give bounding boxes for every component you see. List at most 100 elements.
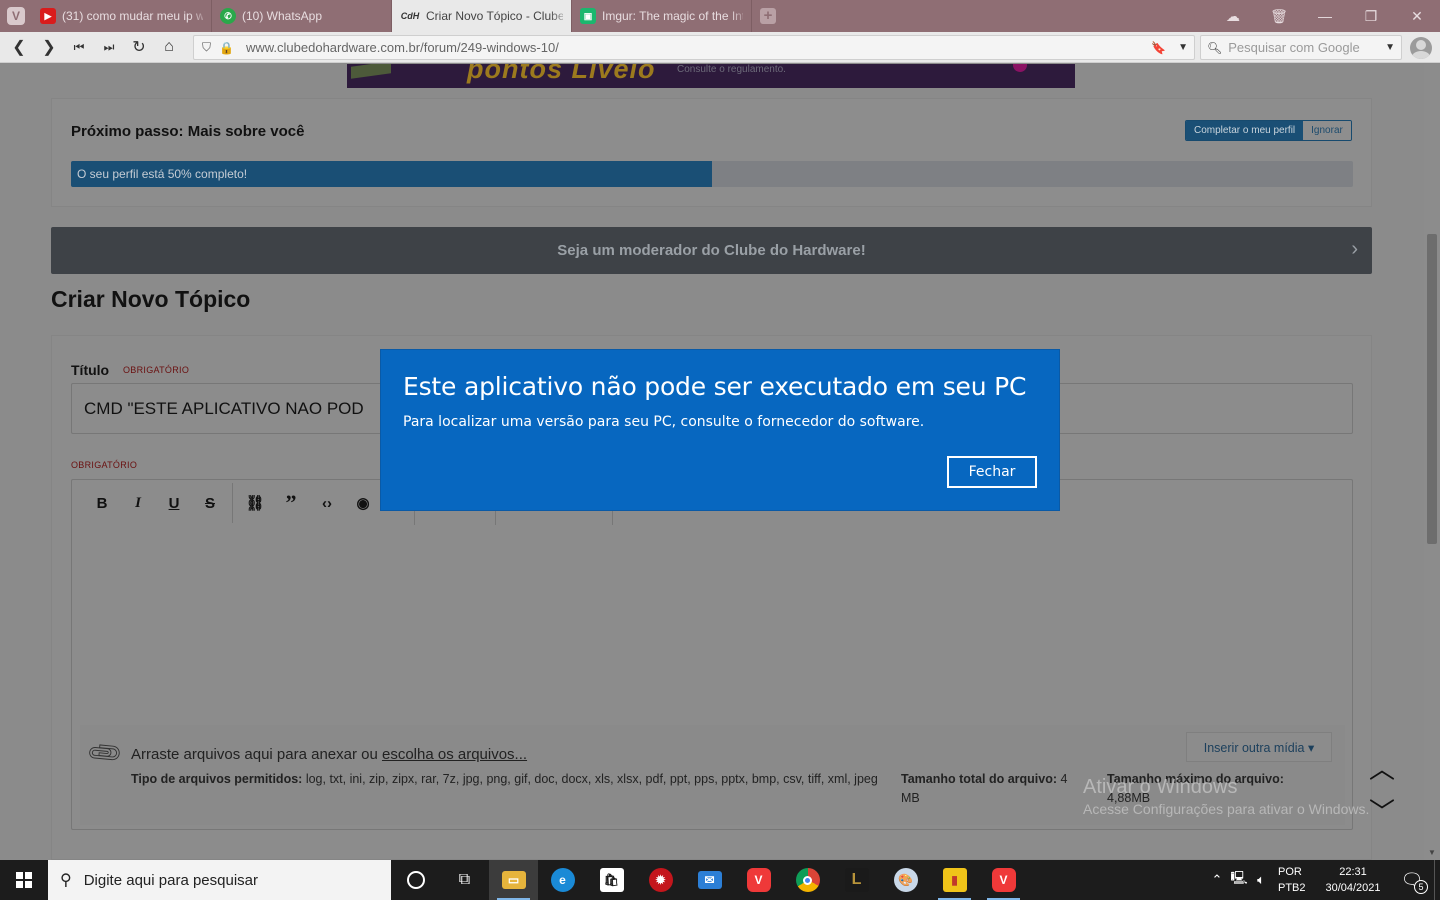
forward-button[interactable]: ❯ — [34, 32, 64, 62]
imgur-icon: ▣ — [580, 8, 596, 24]
address-bar[interactable]: ⛉ 🔒 www.clubedohardware.com.br/forum/249… — [193, 35, 1195, 60]
taskbar-app-mail[interactable]: ✉ — [685, 860, 734, 900]
close-window-button[interactable]: ✕ — [1394, 0, 1440, 32]
paint-icon: 🎨 — [893, 868, 918, 892]
taskbar-search-box[interactable]: ⚲ Digite aqui para pesquisar — [48, 860, 391, 900]
underline-button[interactable]: U — [156, 495, 192, 512]
search-placeholder: Pesquisar com Google — [1228, 40, 1360, 55]
dialog-title: Este aplicativo não pode ser executado e… — [403, 372, 1027, 401]
clube-do-hardware-icon: CdH — [400, 11, 420, 21]
windows-logo-icon — [16, 872, 32, 888]
scrollbar-down-arrow-icon[interactable]: ▼ — [1428, 848, 1436, 857]
taskbar-app-store[interactable]: 🛍 — [587, 860, 636, 900]
tab-imgur[interactable]: ▣ Imgur: The magic of the Int — [572, 0, 752, 32]
start-button[interactable] — [0, 860, 48, 900]
vivaldi-icon-2: V — [991, 868, 1016, 892]
back-button[interactable]: ❮ — [4, 32, 34, 62]
content-required-badge: OBRIGATÓRIO — [71, 460, 138, 470]
choose-files-link[interactable]: escolha os arquivos... — [382, 746, 527, 763]
tab-youtube[interactable]: ▶ (31) como mudar meu ip w — [32, 0, 212, 32]
file-explorer-icon: ▭ — [501, 871, 526, 889]
banner-ad[interactable]: pontos Livelo Consulte o regulamento. — [347, 64, 1075, 88]
rewind-button[interactable]: ⏮ — [64, 32, 94, 62]
activate-windows-title: Ativar o Windows — [1083, 776, 1238, 798]
search-engine-caret-icon[interactable]: ▼ — [1385, 42, 1395, 53]
taskbar-app-edge[interactable]: e — [538, 860, 587, 900]
allowed-types-value: log, txt, ini, zip, zipx, rar, 7z, jpg, … — [305, 772, 878, 786]
show-desktop-button[interactable] — [1434, 860, 1440, 900]
home-button[interactable]: ⌂ — [154, 32, 184, 62]
taskbar-app-antivirus[interactable]: ✹ — [636, 860, 685, 900]
strikethrough-button[interactable]: S — [192, 495, 228, 512]
close-dialog-button[interactable]: Fechar — [947, 456, 1037, 488]
tab-whatsapp[interactable]: ✆ (10) WhatsApp — [212, 0, 392, 32]
taskbar-app-file-explorer[interactable]: ▭ — [489, 860, 538, 900]
mail-icon: ✉ — [697, 871, 722, 889]
vivaldi-menu-button[interactable]: V — [0, 0, 32, 32]
taskbar-app-chrome[interactable] — [783, 860, 832, 900]
scroll-up-chevron-icon[interactable]: ︿ — [1369, 749, 1395, 786]
paperclip-icon: 📎︎ — [84, 733, 126, 774]
moderator-announcement-bar[interactable]: Seja um moderador do Clube do Hardware! … — [51, 227, 1372, 274]
cortana-button[interactable] — [391, 860, 440, 900]
page-title: Criar Novo Tópico — [51, 286, 251, 312]
tab-criar-novo-topico[interactable]: CdH Criar Novo Tópico - Clube d — [392, 0, 572, 32]
bookmark-icon[interactable]: 🔖 — [1151, 41, 1166, 55]
allowed-types-label: Tipo de arquivos permitidos: — [131, 772, 303, 786]
task-view-button[interactable]: ⧉ — [440, 860, 489, 900]
clock-date: 30/04/2021 — [1325, 882, 1381, 894]
title-field-label: Título — [71, 362, 110, 378]
vivaldi-icon: V — [746, 868, 771, 892]
minimize-button[interactable]: — — [1302, 0, 1348, 32]
insert-other-media-button[interactable]: Inserir outra mídia ▾ — [1186, 732, 1332, 762]
taskbar-app-vivaldi[interactable]: V — [734, 860, 783, 900]
code-icon[interactable]: ‹› — [309, 495, 345, 512]
total-file-size: Tamanho total do arquivo: 4 MB — [901, 770, 1086, 808]
bold-button[interactable]: B — [84, 495, 120, 512]
edge-icon: e — [550, 868, 575, 892]
taskbar-app-vivaldi-2[interactable]: V — [979, 860, 1028, 900]
sticky-app-icon: ▮ — [942, 868, 967, 892]
lock-icon[interactable]: 🔒 — [219, 41, 234, 55]
page-scrollbar[interactable] — [1424, 64, 1440, 860]
quote-icon[interactable]: ” — [273, 490, 309, 516]
profile-button-group: Completar o meu perfil Ignorar — [1185, 120, 1352, 141]
scroll-down-chevron-icon[interactable]: ﹀ — [1369, 792, 1395, 829]
link-icon[interactable]: ⛓ — [237, 494, 273, 512]
scrollbar-thumb[interactable] — [1427, 234, 1437, 544]
taskbar-app-sticky[interactable]: ▮ — [930, 860, 979, 900]
profile-progress-bar: O seu perfil está 50% completo! — [71, 161, 1353, 187]
task-view-icon: ⧉ — [458, 871, 471, 888]
trash-icon[interactable]: 🗑 — [1256, 0, 1302, 32]
reload-button[interactable]: ↻ — [124, 32, 154, 62]
profile-progress-label: O seu perfil está 50% completo! — [77, 167, 248, 181]
italic-button[interactable]: I — [120, 495, 156, 512]
action-center-button[interactable]: 🗨 5 — [1390, 860, 1434, 900]
store-icon: 🛍 — [599, 868, 624, 892]
whatsapp-icon: ✆ — [220, 8, 236, 24]
shield-icon[interactable]: ⛉ — [202, 40, 211, 55]
ad-headline: pontos Livelo — [467, 64, 656, 84]
new-tab-button[interactable]: + — [752, 0, 784, 32]
antivirus-icon: ✹ — [648, 868, 673, 892]
ignore-button[interactable]: Ignorar — [1303, 121, 1351, 140]
search-field[interactable]: 🔍︎ Pesquisar com Google ▼ — [1200, 35, 1402, 60]
fast-forward-button[interactable]: ⏭ — [94, 32, 124, 62]
preview-eye-icon[interactable]: ◉ — [345, 494, 381, 512]
system-clock[interactable]: 22:31 30/04/2021 — [1316, 864, 1390, 896]
keyboard-layout: PTB2 — [1278, 882, 1306, 894]
input-language-indicator[interactable]: POR PTB2 — [1278, 864, 1316, 896]
tab-label: Criar Novo Tópico - Clube d — [426, 9, 563, 23]
volume-icon[interactable]: 🔈︎ — [1250, 872, 1272, 888]
taskbar-app-league-of-legends[interactable]: L — [832, 860, 881, 900]
profile-next-step-card: Próximo passo: Mais sobre você Completar… — [51, 98, 1372, 207]
complete-profile-button[interactable]: Completar o meu perfil — [1186, 121, 1304, 140]
windows-taskbar: ⚲ Digite aqui para pesquisar ⧉ ▭ e 🛍 ✹ ✉… — [0, 860, 1440, 900]
dropdown-caret-icon[interactable]: ▼ — [1178, 42, 1188, 53]
network-icon[interactable]: 🖳 — [1228, 869, 1250, 891]
taskbar-app-paint[interactable]: 🎨 — [881, 860, 930, 900]
cloud-sync-icon[interactable]: ☁ — [1210, 0, 1256, 32]
restore-button[interactable]: ❐ — [1348, 0, 1394, 32]
profile-avatar-icon[interactable] — [1410, 37, 1432, 59]
show-hidden-icons-chevron-icon[interactable]: ⌃ — [1206, 872, 1228, 888]
